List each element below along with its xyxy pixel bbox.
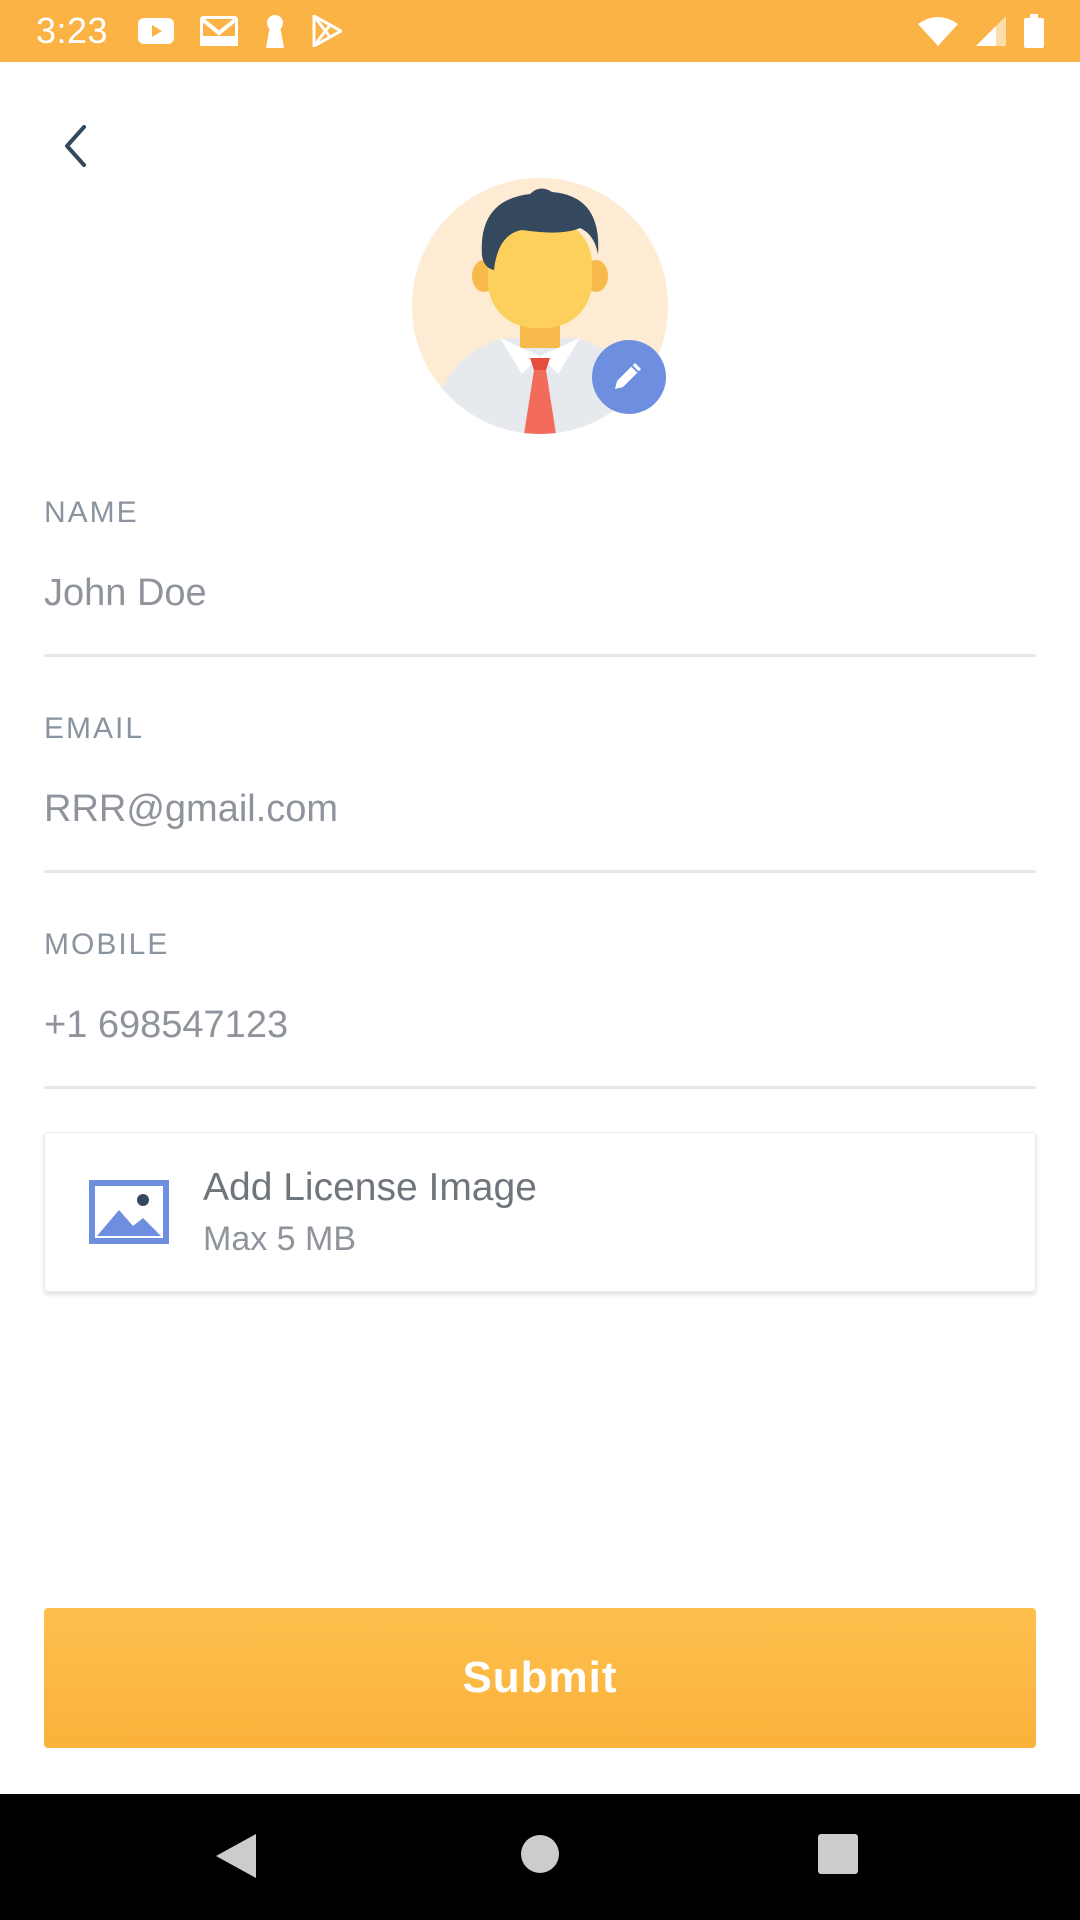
youtube-icon xyxy=(138,18,175,44)
wifi-icon xyxy=(918,16,958,46)
email-label: EMAIL xyxy=(44,712,145,745)
license-subtitle: Max 5 MB xyxy=(203,1219,357,1258)
name-field: NAME xyxy=(44,496,1036,657)
email-field: EMAIL xyxy=(44,712,1036,873)
back-button[interactable] xyxy=(50,118,100,178)
image-icon xyxy=(89,1180,169,1244)
name-label: NAME xyxy=(44,496,139,529)
signal-icon xyxy=(976,16,1006,46)
license-title: Add License Image xyxy=(203,1165,537,1209)
license-text: Add License Image Max 5 MB xyxy=(203,1166,537,1259)
avatar-container xyxy=(412,178,668,434)
pencil-icon xyxy=(611,357,647,398)
navigation-bar xyxy=(0,1794,1080,1920)
chevron-left-icon xyxy=(62,124,88,173)
name-divider xyxy=(44,654,1036,657)
play-store-icon xyxy=(312,15,343,47)
submit-button[interactable]: Submit xyxy=(44,1608,1036,1748)
status-time: 3:23 xyxy=(36,10,109,51)
mobile-divider xyxy=(44,1086,1036,1089)
name-input[interactable] xyxy=(44,570,1036,616)
email-divider xyxy=(44,870,1036,873)
gmail-icon xyxy=(200,16,239,46)
back-triangle-icon[interactable] xyxy=(214,1832,258,1880)
edit-avatar-button[interactable] xyxy=(592,340,666,414)
mobile-label: MOBILE xyxy=(44,928,170,961)
status-bar: 3:23 xyxy=(0,0,1080,62)
home-circle-icon[interactable] xyxy=(520,1834,560,1874)
mobile-input[interactable] xyxy=(44,1002,1036,1048)
add-license-image-button[interactable]: Add License Image Max 5 MB xyxy=(44,1132,1036,1292)
email-input[interactable] xyxy=(44,786,1036,832)
battery-icon xyxy=(1024,14,1044,48)
keyhole-icon xyxy=(264,14,286,48)
system-icons xyxy=(918,14,1044,48)
recents-square-icon[interactable] xyxy=(818,1834,858,1874)
notification-icons xyxy=(138,14,343,48)
mobile-field: MOBILE xyxy=(44,928,1036,1089)
